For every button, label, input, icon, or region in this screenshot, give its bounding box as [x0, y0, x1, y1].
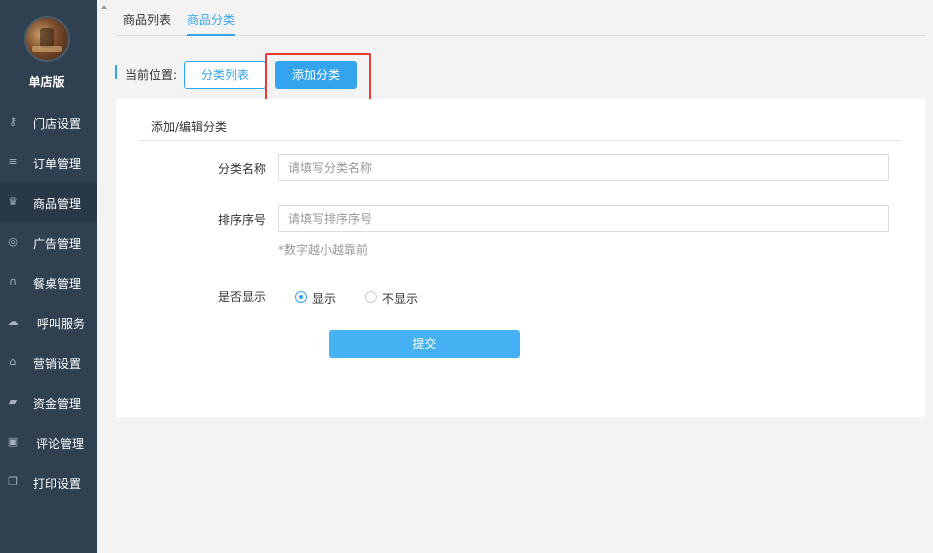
form-panel: [116, 99, 925, 417]
tab-product-list[interactable]: 商品列表: [123, 11, 171, 36]
sidebar-item-ads[interactable]: ◎ 广告管理: [0, 222, 97, 262]
sidebar-item-marketing[interactable]: ⌂ 营销设置: [0, 342, 97, 382]
sort-order-input[interactable]: [278, 205, 889, 232]
sidebar-item-label: 营销设置: [33, 357, 82, 371]
money-icon: ▣: [7, 435, 19, 448]
sidebar-item-label: 打印设置: [33, 477, 82, 491]
cloud-icon: ☁: [7, 315, 19, 328]
sidebar-item-label: 资金管理: [33, 397, 82, 411]
list-icon: ≡: [8, 155, 18, 168]
display-label: 是否显示: [218, 290, 267, 304]
sort-order-hint: *数字越小越靠前: [278, 243, 369, 257]
display-show-label[interactable]: 显示: [312, 290, 336, 307]
sidebar-item-label: 订单管理: [33, 157, 82, 171]
gift-icon: ⌂: [9, 355, 17, 368]
key-icon: ⚷: [8, 115, 18, 128]
breadcrumb-marker: [115, 65, 117, 79]
highlight-annotation: [265, 53, 371, 101]
submit-button[interactable]: 提交: [329, 330, 520, 358]
sidebar: 单店版 ⚷ 门店设置 ≡ 订单管理 ♛ 商品管理 ◎ 广告管理 ∩ 餐桌管理 ☁…: [0, 0, 97, 553]
form-title: 添加/编辑分类: [151, 120, 228, 134]
sidebar-item-printing[interactable]: ❐ 打印设置: [0, 462, 97, 502]
sidebar-item-call-service[interactable]: ☁ 呼叫服务: [0, 302, 97, 342]
scroll-up-arrow-icon[interactable]: [101, 5, 107, 9]
sidebar-item-products[interactable]: ♛ 商品管理: [0, 182, 97, 222]
lifebuoy-icon: ◎: [8, 235, 18, 248]
sidebar-item-orders[interactable]: ≡ 订单管理: [0, 142, 97, 182]
display-hide-label[interactable]: 不显示: [382, 290, 418, 307]
category-list-button[interactable]: 分类列表: [184, 61, 266, 89]
sort-order-label: 排序序号: [218, 213, 267, 227]
copy-icon: ❐: [8, 475, 18, 488]
sidebar-item-label: 广告管理: [33, 237, 82, 251]
sidebar-item-store-settings[interactable]: ⚷ 门店设置: [0, 102, 97, 142]
sidebar-item-funds[interactable]: ▰ 资金管理: [0, 382, 97, 422]
category-name-input[interactable]: [278, 154, 889, 181]
display-show-radio[interactable]: [295, 291, 307, 303]
sidebar-item-label: 门店设置: [33, 117, 82, 131]
trophy-icon: ♛: [8, 195, 18, 208]
shop-name: 单店版: [28, 75, 65, 89]
store-avatar: [24, 16, 70, 62]
sidebar-item-label: 评论管理: [36, 437, 85, 451]
binoculars-icon: ∩: [8, 275, 18, 288]
tab-bar: 商品列表 商品分类: [116, 0, 925, 36]
sidebar-item-label: 商品管理: [33, 197, 82, 211]
sidebar-item-tables[interactable]: ∩ 餐桌管理: [0, 262, 97, 302]
sidebar-item-label: 呼叫服务: [37, 317, 86, 331]
category-name-label: 分类名称: [218, 162, 267, 176]
breadcrumb-label: 当前位置:: [125, 68, 178, 82]
form-divider: [139, 140, 901, 141]
sidebar-item-reviews[interactable]: ▣ 评论管理: [0, 422, 97, 462]
book-icon: ▰: [8, 395, 18, 408]
sidebar-item-label: 餐桌管理: [33, 277, 82, 291]
tab-product-categories[interactable]: 商品分类: [187, 11, 236, 36]
display-hide-radio[interactable]: [365, 291, 377, 303]
